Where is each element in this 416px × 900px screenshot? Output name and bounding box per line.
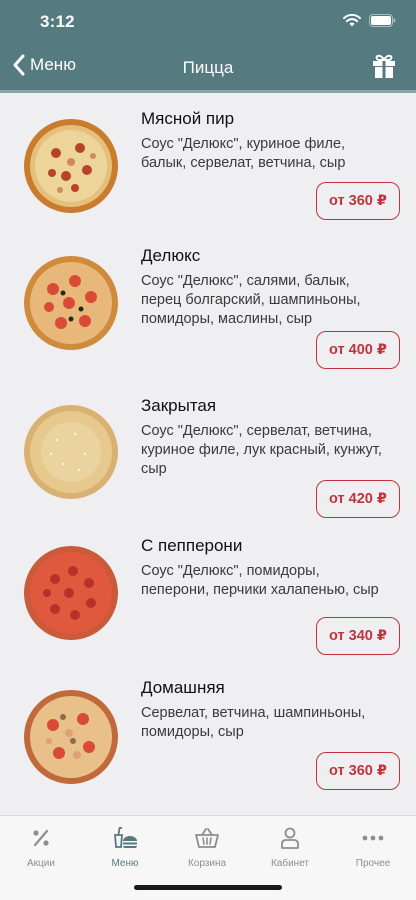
tab-account[interactable]: Кабинет [255,826,325,869]
product-list[interactable]: Мясной пир Соус "Делюкс", куриное филе, б… [0,93,416,815]
product-name: Домашняя [141,678,225,697]
product-name: Закрытая [141,396,217,415]
tab-menu[interactable]: Меню [90,826,160,869]
tab-label: Прочее [355,858,391,869]
price-button[interactable]: от 360 ₽ [316,752,400,790]
basket-icon [195,828,219,848]
product-name: Мясной пир [141,109,235,128]
product-item[interactable]: Делюкс Соус "Делюкс", салями, балык, пере… [0,233,416,383]
product-item[interactable]: Закрытая Соус "Делюкс", сервелат, ветчин… [0,383,416,523]
product-item[interactable]: Домашняя Сервелат, ветчина, шампиньоны, п… [0,663,416,815]
price-button[interactable]: от 340 ₽ [316,617,400,655]
product-item[interactable]: Мясной пир Соус "Делюкс", куриное филе, б… [0,93,416,233]
tab-label: Меню [111,858,139,869]
status-time: 3:12 [40,12,75,31]
tab-label: Кабинет [270,858,310,869]
percent-icon [33,829,49,847]
pizza-image [24,119,118,213]
home-indicator [134,885,282,890]
battery-icon [369,14,396,27]
tab-cart[interactable]: Корзина [172,826,242,869]
product-item[interactable]: С пепперони Соус "Делюкс", помидоры, пепе… [0,523,416,663]
product-description: Соус "Делюкс", салями, балык, перец болга… [141,273,361,327]
product-name: Делюкс [141,246,201,265]
navigation-bar: Меню Пицца [0,44,416,90]
product-description: Соус "Делюкс", куриное филе, балык, серве… [141,136,346,171]
tab-more[interactable]: Прочее [338,826,408,869]
product-description: Соус "Делюкс", помидоры, пеперони, перчик… [141,563,379,598]
menu-food-icon [114,827,137,848]
gift-icon [373,54,395,78]
price-button[interactable]: от 400 ₽ [316,331,400,369]
page-title: Пицца [182,58,234,77]
app-header: 3:12 Меню Пицца [0,0,416,93]
more-icon [362,835,384,841]
price-button[interactable]: от 360 ₽ [316,182,400,220]
pizza-image [24,546,118,640]
product-description: Сервелат, ветчина, шампиньоны, помидоры, … [141,705,366,740]
product-description: Соус "Делюкс", сервелат, ветчина, куриное… [141,423,382,477]
wifi-icon [343,14,361,27]
user-icon [281,827,299,849]
status-icons [343,14,396,27]
price-button[interactable]: от 420 ₽ [316,480,400,518]
gift-button[interactable] [372,53,396,84]
pizza-image [24,405,118,499]
product-name: С пепперони [141,536,243,555]
tab-label: Акции [27,858,55,869]
tab-label: Корзина [187,858,227,869]
pizza-image [24,256,118,350]
pizza-image [24,690,118,784]
status-bar: 3:12 [0,0,416,44]
tab-promotions[interactable]: Акции [6,826,76,869]
